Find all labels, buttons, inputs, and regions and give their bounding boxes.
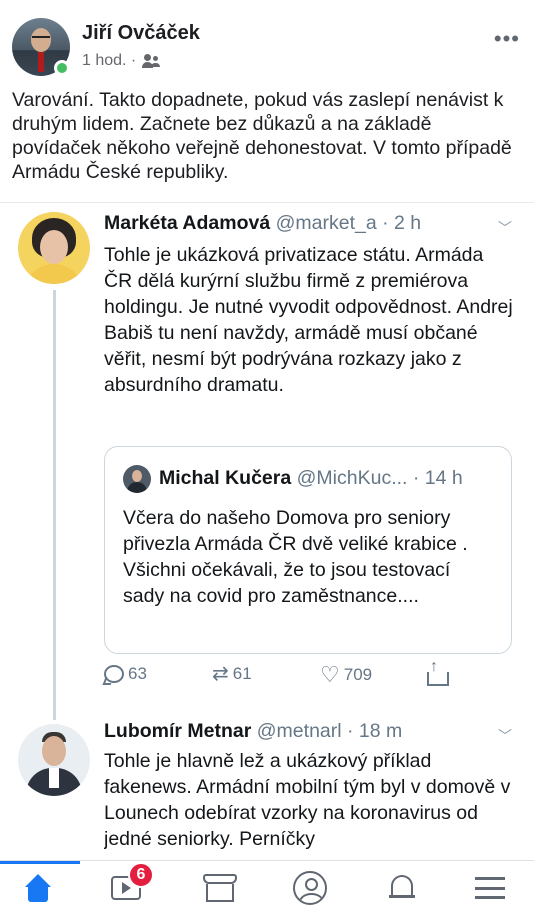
quoted-handle-time: @MichKuc... · 14 h (296, 467, 463, 489)
share-button[interactable] (426, 658, 449, 686)
author-name[interactable]: Jiří Ovčáček (82, 22, 200, 45)
profile-icon (293, 871, 327, 905)
quoted-tweet-avatar (123, 465, 151, 493)
tweet-actions: 63 ⇄ 61 ♡ 709 (104, 658, 464, 694)
divider (0, 202, 534, 203)
friends-audience-icon (142, 54, 160, 68)
tweet-avatar-lubomir[interactable] (18, 724, 90, 796)
avatar-body (24, 264, 84, 284)
quoted-tweet-header: Michal Kučera @MichKuc... · 14 h (159, 467, 463, 490)
tweet-handle-time[interactable]: @market_a · 2 h (276, 212, 422, 234)
tab-profile[interactable] (288, 869, 332, 907)
avatar-face (40, 230, 68, 264)
tweet-avatar-marketa[interactable] (18, 212, 90, 284)
thread-connector (53, 290, 56, 720)
quoted-tweet-text: Včera do našeho Domova pro seniory přive… (123, 507, 468, 607)
avatar-body (127, 482, 147, 493)
tab-marketplace[interactable] (198, 869, 242, 907)
post-meta: 1 hod. · (82, 52, 160, 70)
tweet-header: Lubomír Metnar @metnarl · 18 m (104, 720, 402, 743)
avatar-tie (38, 52, 44, 72)
avatar-shirt (49, 768, 59, 788)
chevron-down-icon[interactable]: ﹀ (498, 218, 512, 238)
post-header: Jiří Ovčáček 1 hod. · ••• (12, 16, 522, 80)
tab-notifications[interactable] (380, 869, 424, 907)
tweet-author-name[interactable]: Lubomír Metnar (104, 720, 251, 742)
retweet-icon: ⇄ (212, 663, 229, 685)
retweet-count: 61 (232, 664, 252, 683)
tweet-text: Tohle je hlavně lež a ukázkový příklad f… (104, 750, 511, 850)
hamburger-menu-icon (475, 877, 505, 899)
watch-notification-badge: 6 (128, 862, 154, 888)
more-options-icon[interactable]: ••• (494, 26, 520, 52)
marketplace-icon (203, 874, 237, 902)
avatar-face (132, 470, 142, 482)
avatar-face (31, 28, 51, 52)
chevron-down-icon[interactable]: ﹀ (498, 726, 512, 746)
avatar-face (42, 736, 66, 766)
post-text: Varování. Takto dopadnete, pokud vás zas… (12, 89, 512, 183)
tweet-text: Tohle je ukázková privatizace státu. Arm… (104, 244, 513, 396)
quoted-author-name: Michal Kučera (159, 467, 292, 489)
post-time[interactable]: 1 hod. · (82, 52, 136, 70)
bottom-navigation (0, 860, 534, 909)
reply-button[interactable]: 63 (104, 664, 147, 684)
online-status-icon (54, 60, 70, 76)
tweet-header: Markéta Adamová @market_a · 2 h (104, 212, 421, 235)
reply-icon (104, 665, 124, 683)
tab-home[interactable] (16, 869, 60, 907)
tweet-handle-time[interactable]: @metnarl · 18 m (257, 720, 403, 742)
quoted-tweet-card[interactable]: Michal Kučera @MichKuc... · 14 h Včera d… (104, 446, 512, 654)
like-count: 709 (343, 665, 373, 684)
tab-menu[interactable] (468, 869, 512, 907)
avatar-glasses (32, 36, 50, 40)
share-icon (426, 658, 449, 686)
heart-icon: ♡ (320, 662, 340, 687)
like-button[interactable]: ♡ 709 (320, 664, 372, 686)
tweet-author-name[interactable]: Markéta Adamová (104, 212, 270, 234)
reply-count: 63 (128, 664, 147, 683)
active-tab-indicator (0, 861, 80, 864)
bell-icon (389, 873, 415, 903)
home-icon (22, 874, 54, 902)
retweet-button[interactable]: ⇄ 61 (212, 664, 252, 684)
